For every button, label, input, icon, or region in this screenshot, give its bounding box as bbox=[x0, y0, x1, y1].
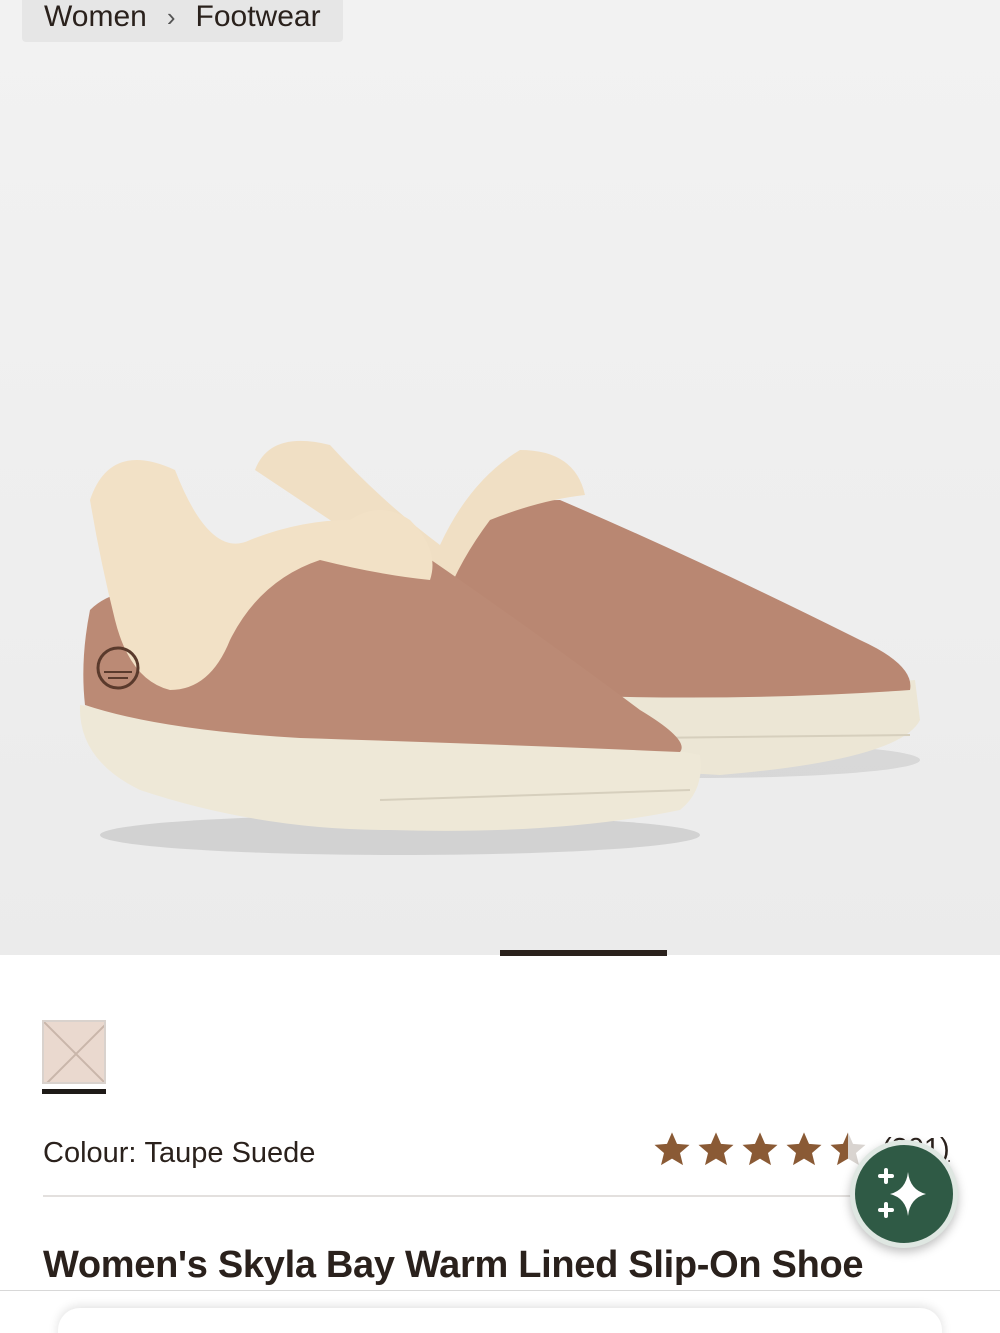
carousel-indicator-active[interactable] bbox=[500, 950, 667, 956]
swatch-pattern-icon bbox=[44, 1022, 104, 1082]
colour-label: Colour: bbox=[43, 1136, 137, 1169]
star-icon bbox=[742, 1132, 778, 1166]
product-title: Women's Skyla Bay Warm Lined Slip-On Sho… bbox=[43, 1244, 864, 1286]
breadcrumb-women[interactable]: Women bbox=[44, 0, 147, 34]
colour-row: Colour: Taupe Suede bbox=[43, 1130, 315, 1176]
colour-value: Taupe Suede bbox=[144, 1136, 316, 1169]
product-image bbox=[79, 440, 920, 855]
star-icon bbox=[786, 1132, 822, 1166]
divider bbox=[43, 1195, 911, 1197]
sheet-divider bbox=[0, 1290, 1000, 1291]
sparkle-icon bbox=[878, 1168, 926, 1218]
ai-assistant-button[interactable] bbox=[850, 1140, 958, 1248]
breadcrumb-footwear[interactable]: Footwear bbox=[196, 0, 321, 34]
chevron-right-icon: › bbox=[166, 1, 176, 32]
star-icon bbox=[698, 1132, 734, 1166]
product-image-gallery[interactable]: Women › Footwear bbox=[0, 0, 1000, 955]
bottom-sheet[interactable] bbox=[58, 1308, 942, 1333]
star-icon bbox=[654, 1132, 690, 1166]
swatch-selected-indicator bbox=[42, 1089, 106, 1094]
breadcrumb: Women › Footwear bbox=[22, 0, 343, 42]
colour-swatch-taupe-suede[interactable] bbox=[42, 1020, 106, 1084]
